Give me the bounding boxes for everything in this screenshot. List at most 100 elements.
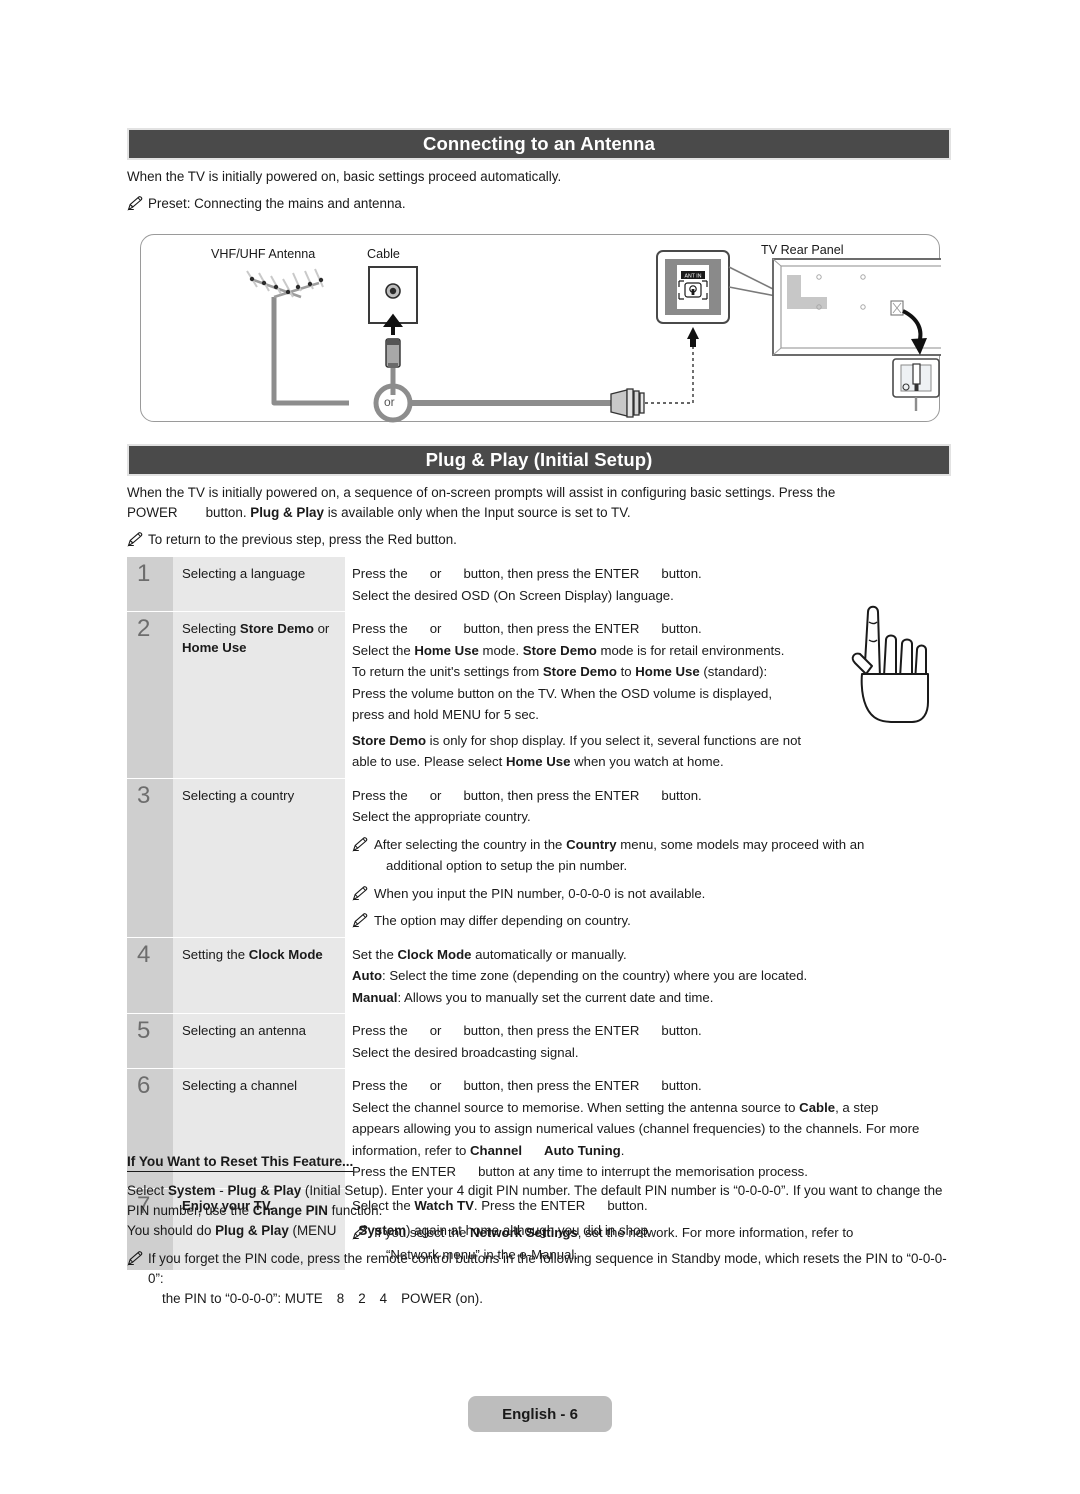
reset-system-term: System: [167, 1183, 216, 1198]
plugplay-bold-term: Plug & Play: [250, 505, 324, 520]
pointing-hand-illustration: [838, 596, 964, 724]
step-desc-line: able to use. Please select Home Use when…: [352, 754, 724, 769]
table-row: 1 Selecting a language Press the or button…: [127, 557, 945, 612]
step-desc-line: Manual: Allows you to manually set the c…: [352, 989, 714, 1005]
reset-p2-c: ) again at home although you did in shop…: [406, 1223, 652, 1238]
step-description: Press the or button, then press the ENTER b…: [345, 778, 945, 937]
diagram-label-or: or: [384, 395, 395, 409]
reset-plugplay-term: Plug & Play: [227, 1183, 302, 1198]
table-row: 2 Selecting Store Demo or Home Use Press…: [127, 612, 945, 779]
reset-p1-b: -: [215, 1183, 228, 1198]
plugplay-intro-line1: When the TV is initially powered on, a s…: [127, 485, 836, 500]
antenna-preset-note: Preset: Connecting the mains and antenna…: [127, 194, 947, 214]
step-desc-line: Press the or button, then press the ENTER b…: [352, 1078, 702, 1093]
pencil-note-icon: [352, 836, 369, 852]
reset-pin-note: If you forget the PIN code, press the re…: [127, 1249, 951, 1309]
reset-paragraph-1: Select System - Plug & Play (Initial Set…: [127, 1181, 951, 1221]
step-label-bold: Clock Mode: [248, 946, 323, 962]
reset-p2-b: (MENU: [288, 1223, 337, 1238]
step-desc-line: Select the channel source to memorise. W…: [352, 1099, 879, 1115]
step-label-text: Selecting a language: [182, 566, 306, 581]
plugplay-return-note: To return to the previous step, press th…: [127, 530, 947, 550]
step-desc-line: information, refer to Channel Auto Tuning…: [352, 1142, 625, 1158]
step-desc-line: Select the desired broadcasting signal.: [352, 1044, 579, 1060]
step-note: The option may differ depending on count…: [352, 910, 945, 932]
step-label-text: or: [313, 621, 330, 636]
table-row: 4 Setting the Clock Mode Set the Clock M…: [127, 937, 945, 1014]
step-label-text: Selecting an antenna: [182, 1023, 306, 1038]
step-desc-line: Select the appropriate country.: [352, 809, 531, 824]
reset-note-indent: the PIN to “0-0-0-0”:: [162, 1291, 285, 1306]
reset-p2-a: You should do: [127, 1223, 216, 1238]
reset-note-a: If you forget the PIN code, press the re…: [148, 1251, 947, 1286]
reset-feature-heading: If You Want to Reset This Feature...: [127, 1154, 354, 1172]
step-label-text: Selecting a country: [182, 787, 295, 803]
step-desc-line: Press the ENTER button at any time to int…: [352, 1164, 808, 1179]
reset-paragraph-2: You should do Plug & Play (MENU System) a…: [127, 1221, 951, 1241]
pencil-note-icon: [127, 1251, 144, 1266]
antenna-intro-text: When the TV is initially powered on, bas…: [127, 169, 562, 184]
step-description: Set the Clock Mode automatically or manu…: [345, 937, 945, 1013]
diagram-ant-in-label: ANT IN: [685, 274, 702, 280]
step-label-text: Selecting a channel: [182, 1078, 298, 1093]
plugplay-intro-part-c: is available only when the Input source …: [327, 505, 631, 520]
reset-note-8: 8: [336, 1291, 345, 1306]
step-label: Selecting Store Demo or Home Use: [173, 612, 345, 778]
step-desc-line: appears allowing you to assign numerical…: [352, 1121, 920, 1136]
step-label-bold: Home Use: [182, 640, 247, 655]
plugplay-intro-part-a: button.: [205, 505, 247, 520]
step-label-text: Selecting: [182, 621, 240, 636]
step-description: Press the or button, then press the ENTER b…: [345, 1014, 945, 1068]
step-label: Setting the Clock Mode: [173, 937, 345, 1013]
step-note-text: When you input the PIN number, 0-0-0-0 i…: [374, 885, 706, 901]
step-desc-line: Store Demo is only for shop display. If …: [352, 732, 802, 748]
reset-note-2: 2: [358, 1291, 366, 1306]
step-note: When you input the PIN number, 0-0-0-0 i…: [352, 883, 945, 905]
antenna-connection-diagram: VHF/UHF Antenna Cable TV Rear Panel ANT …: [140, 234, 941, 423]
step-desc-line: Auto: Select the time zone (depending on…: [352, 968, 808, 983]
pencil-note-icon: [352, 885, 369, 901]
section-title-plug-play-text: Plug & Play (Initial Setup): [425, 449, 653, 470]
reset-note-4: 4: [379, 1291, 388, 1306]
step-label-text: Setting the: [182, 946, 249, 962]
plugplay-intro-line2: POWER button. Plug & Play is available on…: [127, 503, 947, 523]
reset-note-on: (on).: [455, 1291, 483, 1306]
page-footer: English - 6: [468, 1396, 612, 1432]
antenna-preset-note-text: Preset: Connecting the mains and antenna…: [148, 196, 406, 211]
step-number: 3: [127, 778, 173, 937]
power-button-label: POWER: [127, 505, 178, 520]
step-desc-line: Press the or button, then press the ENTER b…: [352, 1023, 702, 1038]
page-number-label: English - 6: [502, 1405, 578, 1423]
step-desc-line: Press the or button, then press the ENTER b…: [352, 787, 702, 803]
reset-note-power: POWER: [401, 1291, 452, 1306]
reset-pin-note-text: If you forget the PIN code, press the re…: [148, 1249, 951, 1309]
step-label: Selecting an antenna: [173, 1014, 345, 1068]
step-label: Selecting a country: [173, 778, 345, 937]
step-note-text: The option may differ depending on count…: [374, 913, 631, 928]
pencil-note-icon: [352, 913, 369, 928]
reset-p1-d: function.: [327, 1203, 383, 1218]
step-number: 4: [127, 937, 173, 1013]
reset-note-mute: MUTE: [284, 1291, 323, 1306]
section-title-antenna: Connecting to an Antenna: [127, 128, 951, 160]
manual-page: Connecting to an Antenna When the TV is …: [0, 0, 1080, 1494]
pencil-note-icon: [127, 532, 144, 547]
table-row: 5 Selecting an antenna Press the or button…: [127, 1014, 945, 1069]
reset-changepin-term: Change PIN: [252, 1203, 328, 1218]
step-number: 5: [127, 1014, 173, 1068]
section-title-antenna-text: Connecting to an Antenna: [423, 133, 655, 154]
diagram-graphics: ANT IN: [246, 250, 941, 423]
step-label-bold: Store Demo: [239, 621, 314, 636]
plugplay-return-note-text: To return to the previous step, press th…: [148, 532, 457, 547]
step-number: 2: [127, 612, 173, 778]
table-row: 3 Selecting a country Press the or button,…: [127, 778, 945, 938]
reset-p1-a: Select: [127, 1183, 168, 1198]
step-number: 1: [127, 557, 173, 611]
pencil-note-icon: [127, 196, 144, 211]
step-desc-line: Press the or button, then press the ENTER b…: [352, 566, 702, 581]
reset-plugplay-term: Plug & Play: [215, 1223, 289, 1238]
reset-system-term: System: [358, 1223, 407, 1238]
section-title-plug-play: Plug & Play (Initial Setup): [127, 444, 951, 476]
step-note: After selecting the country in the Count…: [352, 834, 945, 877]
step-label: Selecting a language: [173, 557, 345, 611]
